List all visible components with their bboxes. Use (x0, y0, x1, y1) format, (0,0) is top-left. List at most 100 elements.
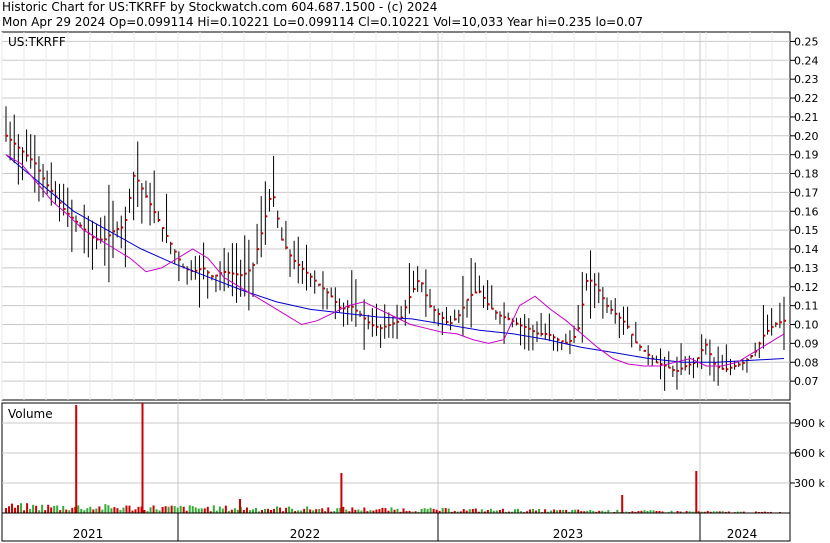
close-mark (635, 341, 638, 344)
close-mark (158, 219, 161, 222)
close-mark (137, 179, 140, 182)
close-mark (244, 272, 247, 275)
volume-spike (340, 473, 343, 513)
close-mark (726, 368, 729, 371)
close-mark (273, 196, 276, 199)
close-mark (685, 365, 688, 368)
close-mark (569, 339, 572, 342)
volume-bar (321, 508, 324, 513)
close-mark (491, 307, 494, 310)
close-mark (248, 269, 251, 272)
volume-bar (116, 508, 119, 513)
volume-spike (75, 405, 78, 513)
volume-bar (309, 509, 312, 513)
close-mark (162, 226, 165, 229)
close-mark (557, 338, 560, 341)
price-tick-label: 0.20 (794, 130, 819, 143)
close-mark (224, 270, 227, 273)
close-mark (458, 314, 461, 317)
volume-bar (98, 506, 101, 513)
close-mark (351, 305, 354, 308)
volume-bar (516, 508, 519, 513)
close-mark (129, 196, 132, 199)
close-mark (590, 279, 593, 282)
close-mark (442, 316, 445, 319)
close-mark (742, 361, 745, 364)
volume-bar (444, 508, 447, 513)
volume-bar (224, 505, 227, 513)
volume-bar (194, 507, 197, 513)
close-mark (434, 309, 437, 312)
close-mark (738, 363, 741, 366)
close-mark (722, 367, 725, 370)
close-mark (339, 306, 342, 309)
close-mark (392, 322, 395, 325)
close-mark (10, 138, 13, 141)
time-axis-frame (1, 512, 791, 542)
close-mark (277, 217, 280, 220)
close-mark (730, 366, 733, 369)
close-mark (639, 345, 642, 348)
close-mark (364, 317, 367, 320)
close-mark (648, 353, 651, 356)
price-tick-label: 0.25 (794, 35, 819, 48)
close-mark (302, 267, 305, 270)
year-label: 2023 (553, 527, 584, 541)
price-tick-label: 0.13 (794, 262, 819, 275)
volume-bar (306, 506, 309, 513)
volume-bar (529, 509, 532, 513)
volume-bar (426, 509, 429, 513)
volume-bar (125, 505, 128, 513)
volume-bar (357, 509, 360, 513)
close-mark (483, 296, 486, 299)
close-mark (709, 353, 712, 356)
volume-bar (402, 508, 405, 513)
close-mark (454, 318, 457, 321)
chart-canvas: 0.25 0.24 0.23 0.22 0.21 0.20 0.19 0.18 0.17 0.16… (1, 31, 825, 542)
price-tick-label: 0.09 (794, 337, 819, 350)
close-mark (676, 369, 679, 372)
volume-bar (32, 504, 35, 513)
volume-bar (17, 505, 20, 513)
volume-bar (20, 503, 23, 513)
volume-bar (480, 509, 483, 513)
close-mark (504, 316, 507, 319)
volume-bar (363, 507, 366, 513)
close-mark (211, 275, 214, 278)
volume-bar (501, 508, 504, 513)
volume-bar (110, 508, 113, 513)
volume-bar (128, 505, 131, 513)
volume-bar (77, 505, 80, 513)
close-mark (499, 314, 502, 317)
close-mark (508, 317, 511, 320)
volume-bar (273, 508, 276, 513)
close-mark (38, 169, 41, 172)
volume-bar (113, 507, 116, 513)
price-tick-label: 0.08 (794, 356, 819, 369)
close-mark (627, 325, 630, 328)
close-mark (413, 288, 416, 291)
volume-bar (342, 506, 345, 513)
close-mark (734, 365, 737, 368)
close-mark (553, 336, 556, 339)
close-mark (281, 238, 284, 241)
close-mark (150, 203, 153, 206)
price-tick-label: 0.16 (794, 205, 819, 218)
close-mark (582, 303, 585, 306)
close-mark (388, 323, 391, 326)
close-mark (257, 248, 260, 251)
close-mark (215, 274, 218, 277)
volume-bar (245, 507, 248, 513)
close-mark (117, 228, 120, 231)
volume-bar (429, 507, 432, 513)
volume-bar (375, 509, 378, 513)
volume-bar (384, 508, 387, 513)
close-mark (660, 362, 663, 365)
volume-tick-label: 600 k (794, 447, 825, 460)
volume-bar (441, 507, 444, 513)
volume-bar (92, 509, 95, 513)
volume-bar (291, 508, 294, 513)
volume-bar (212, 505, 215, 513)
close-mark (421, 282, 424, 285)
volume-bar (197, 508, 200, 513)
